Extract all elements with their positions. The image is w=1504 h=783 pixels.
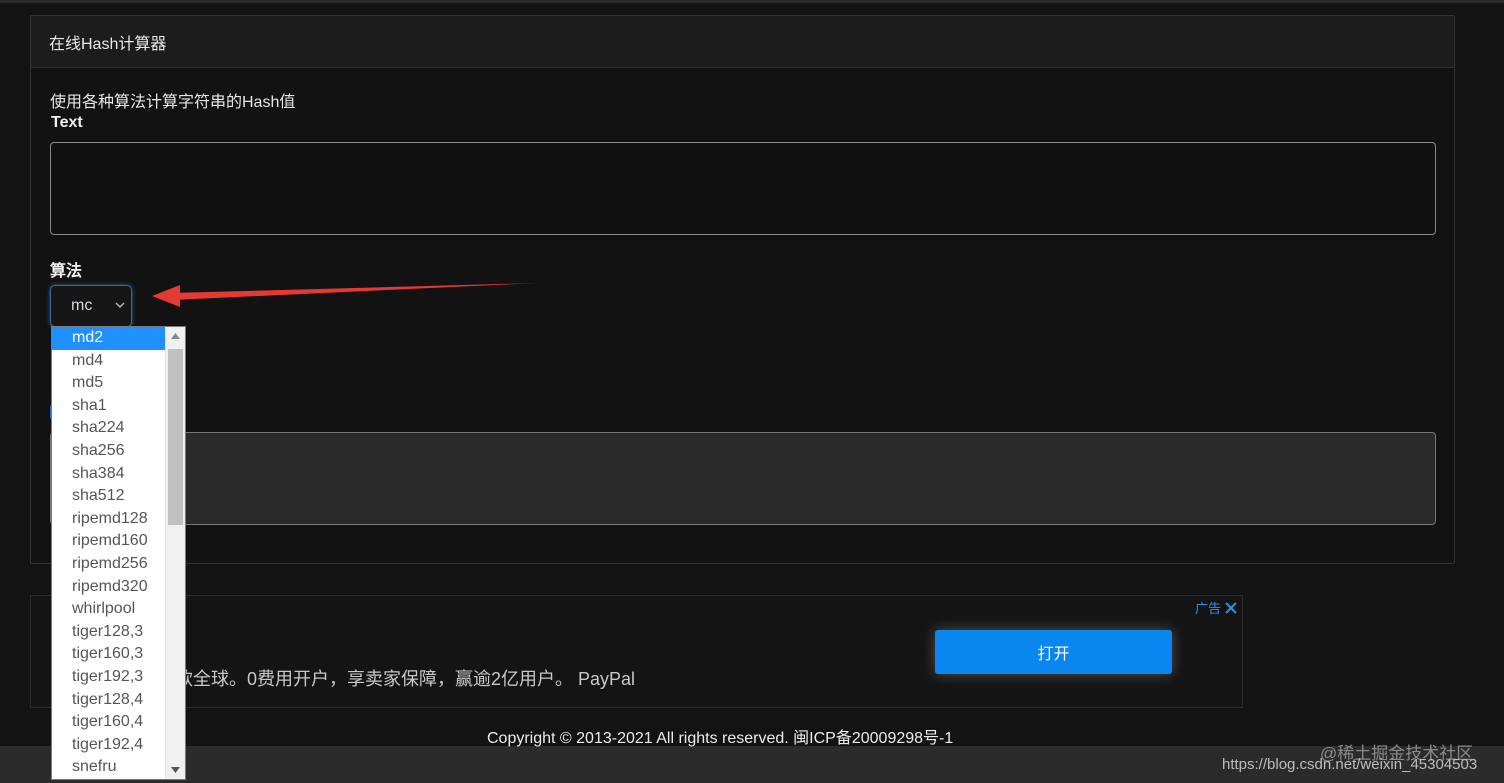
ad-banner[interactable]: 款全球。0费用开户，享卖家保障，赢逾2亿用户。 PayPal 打开 广告 — [30, 595, 1243, 708]
dropdown-option[interactable]: tiger160,3 — [52, 643, 165, 666]
dropdown-option[interactable]: sha512 — [52, 485, 165, 508]
dropdown-option[interactable]: snefru — [52, 756, 165, 779]
dropdown-option[interactable]: sha224 — [52, 417, 165, 440]
copyright-text: Copyright © 2013-2021 All rights reserve… — [487, 730, 954, 747]
top-border — [0, 0, 1504, 3]
dropdown-option[interactable]: tiger192,4 — [52, 734, 165, 757]
dropdown-option[interactable]: ripemd160 — [52, 530, 165, 553]
dropdown-option[interactable]: sha1 — [52, 395, 165, 418]
scrollbar-thumb[interactable] — [168, 349, 183, 525]
card-description: 使用各种算法计算字符串的Hash值 — [50, 94, 296, 111]
card-header: 在线Hash计算器 — [31, 16, 1454, 68]
dropdown-option[interactable]: ripemd320 — [52, 576, 165, 599]
algorithm-select-value: mc — [71, 297, 93, 314]
dropdown-option[interactable]: tiger128,4 — [52, 689, 165, 712]
dropdown-scrollbar[interactable] — [165, 327, 185, 779]
chevron-down-icon — [113, 298, 127, 317]
annotation-arrow — [152, 283, 538, 307]
ad-tag[interactable]: 广告 — [1195, 598, 1237, 617]
text-input[interactable] — [50, 142, 1436, 235]
dropdown-option[interactable]: md5 — [52, 372, 165, 395]
dropdown-option[interactable]: md2 — [52, 327, 165, 350]
ad-tag-label: 广告 — [1195, 601, 1222, 616]
dropdown-option[interactable]: md4 — [52, 350, 165, 373]
dropdown-option[interactable]: tiger160,4 — [52, 711, 165, 734]
scroll-up-arrow-icon[interactable] — [171, 333, 180, 339]
algorithm-select[interactable]: mc — [50, 285, 132, 327]
algorithm-label: 算法 — [50, 263, 83, 280]
scroll-down-arrow-icon[interactable] — [171, 767, 180, 773]
dropdown-option[interactable]: sha384 — [52, 463, 165, 486]
dropdown-option[interactable]: ripemd128 — [52, 508, 165, 531]
card-title: 在线Hash计算器 — [49, 35, 167, 53]
watermark-url: https://blog.csdn.net/weixin_45304503 — [1222, 756, 1478, 773]
ad-text: 款全球。0费用开户，享卖家保障，赢逾2亿用户。 PayPal — [175, 669, 636, 689]
dropdown-option[interactable]: sha256 — [52, 440, 165, 463]
hash-output[interactable] — [50, 432, 1436, 525]
ad-open-button[interactable]: 打开 — [935, 630, 1172, 674]
dropdown-option[interactable]: ripemd256 — [52, 553, 165, 576]
text-label: Text — [51, 114, 83, 131]
algorithm-dropdown-list[interactable]: md2 md4 md5 sha1 sha224 sha256 sha384 sha512 rip… — [51, 326, 186, 780]
dropdown-option[interactable]: tiger192,3 — [52, 666, 165, 689]
close-icon[interactable] — [1225, 601, 1237, 614]
dropdown-option[interactable]: tiger128,3 — [52, 621, 165, 644]
dropdown-option[interactable]: whirlpool — [52, 598, 165, 621]
